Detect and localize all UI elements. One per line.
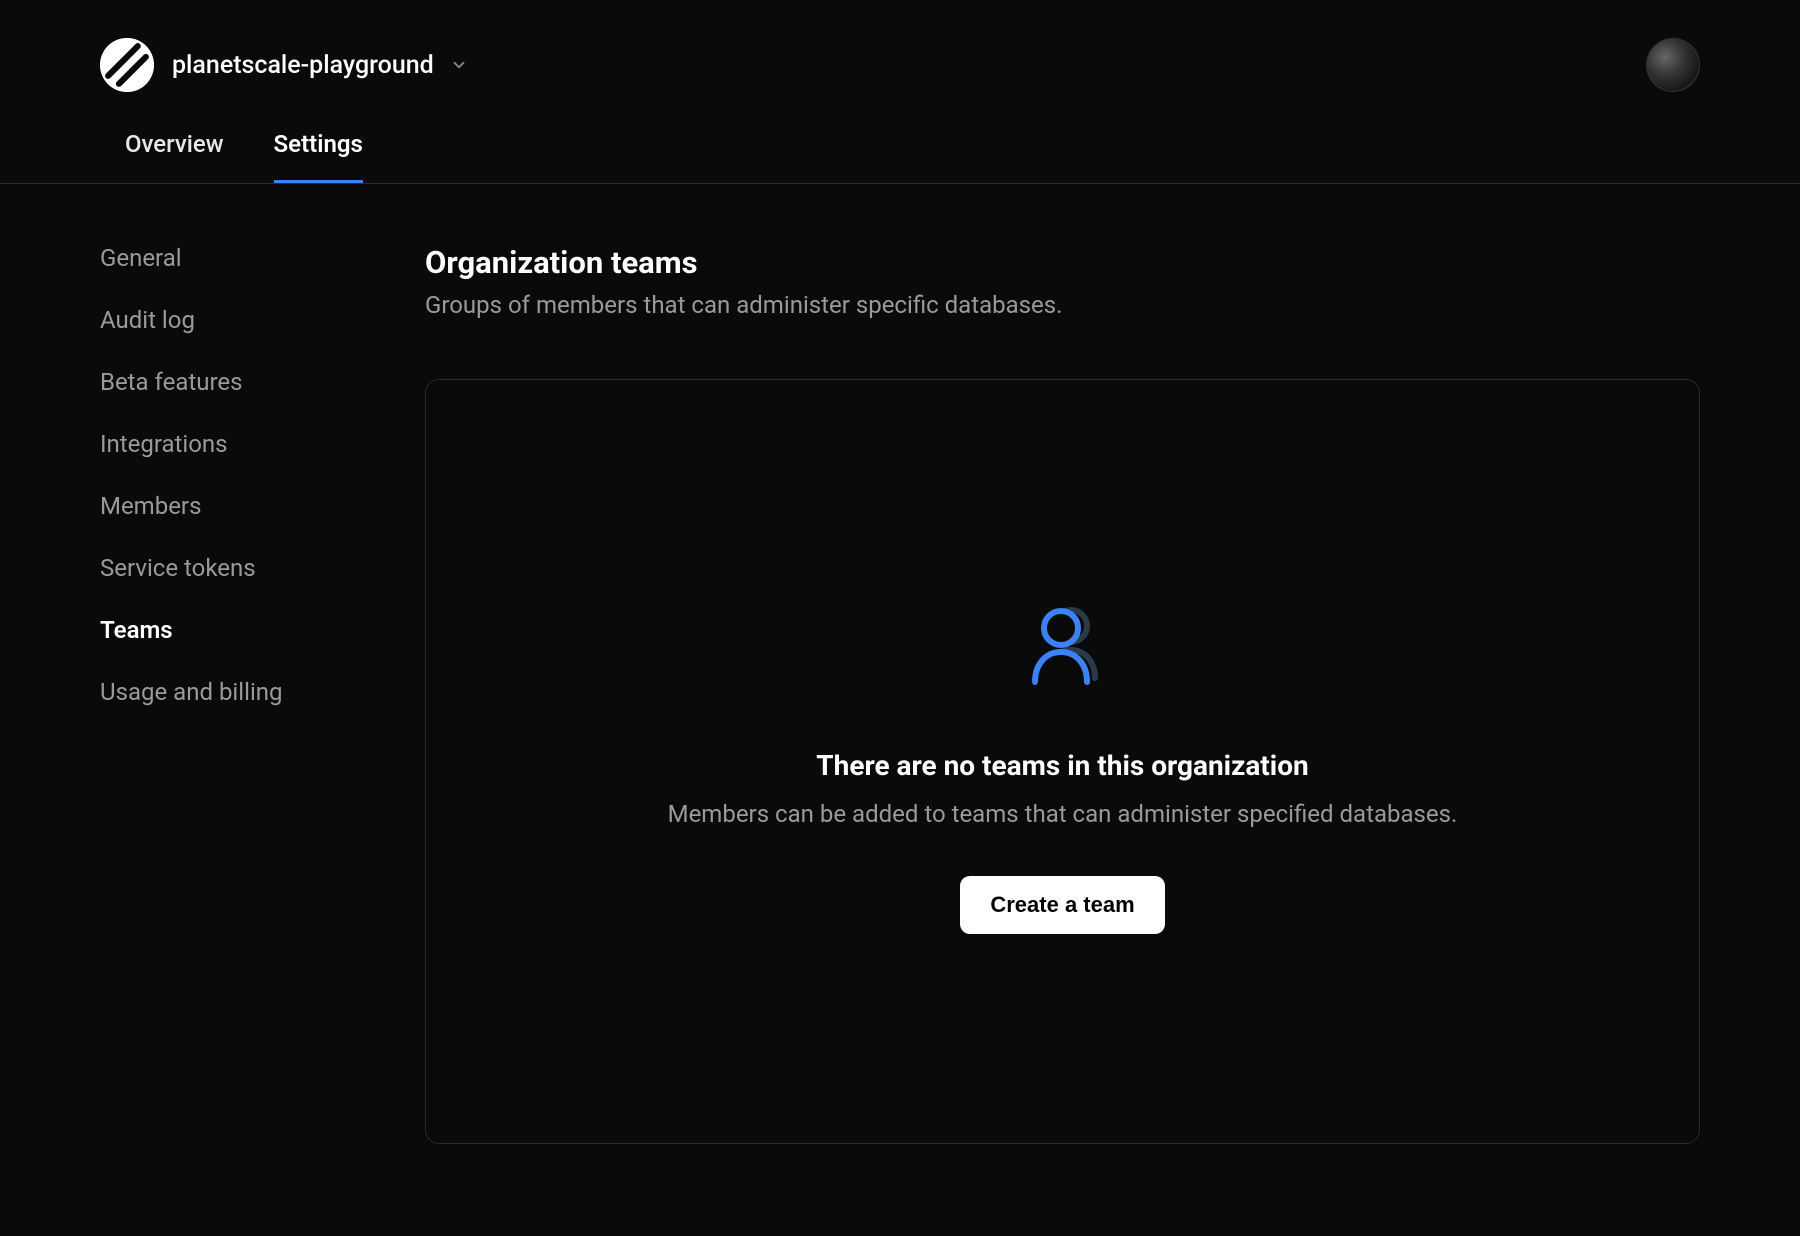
org-name: planetscale-playground: [172, 51, 434, 80]
tabs: Overview Settings: [0, 92, 1800, 184]
page-title: Organization teams: [425, 244, 1700, 281]
empty-state-card: There are no teams in this organization …: [425, 379, 1700, 1144]
sidebar-item-members[interactable]: Members: [100, 492, 365, 520]
org-selector[interactable]: planetscale-playground: [172, 51, 468, 80]
chevron-down-icon: [450, 56, 468, 74]
avatar[interactable]: [1646, 38, 1700, 92]
sidebar-item-integrations[interactable]: Integrations: [100, 430, 365, 458]
sidebar-item-usage-billing[interactable]: Usage and billing: [100, 678, 365, 706]
create-team-button[interactable]: Create a team: [960, 876, 1164, 934]
tab-settings[interactable]: Settings: [274, 130, 363, 183]
header: planetscale-playground: [0, 0, 1800, 92]
page-subtitle: Groups of members that can administer sp…: [425, 291, 1700, 319]
sidebar: General Audit log Beta features Integrat…: [100, 244, 365, 1144]
empty-state-subtitle: Members can be added to teams that can a…: [668, 800, 1458, 828]
sidebar-item-general[interactable]: General: [100, 244, 365, 272]
sidebar-item-service-tokens[interactable]: Service tokens: [100, 554, 365, 582]
sidebar-item-beta-features[interactable]: Beta features: [100, 368, 365, 396]
empty-state-title: There are no teams in this organization: [816, 749, 1308, 782]
tab-overview[interactable]: Overview: [125, 130, 224, 183]
sidebar-item-audit-log[interactable]: Audit log: [100, 306, 365, 334]
logo-icon[interactable]: [100, 38, 154, 92]
header-left: planetscale-playground: [100, 38, 468, 92]
team-icon: [1013, 590, 1113, 694]
content: General Audit log Beta features Integrat…: [0, 184, 1800, 1144]
main: Organization teams Groups of members tha…: [425, 244, 1700, 1144]
sidebar-item-teams[interactable]: Teams: [100, 616, 365, 644]
